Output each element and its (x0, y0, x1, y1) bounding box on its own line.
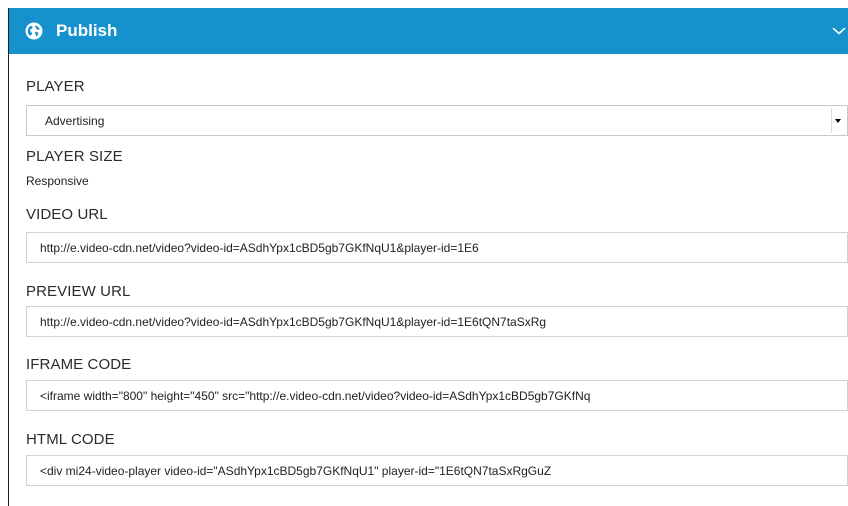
player-label: PLAYER (26, 78, 85, 95)
publish-panel: Publish PLAYER Advertising PLAYER SIZE R… (8, 8, 848, 506)
panel-title: Publish (56, 21, 118, 40)
preview-url-value: http://e.video-cdn.net/video?video-id=AS… (40, 315, 547, 329)
iframe-code-value: <iframe width="800" height="450" src="ht… (40, 389, 591, 403)
player-size-label: PLAYER SIZE (26, 148, 123, 165)
html-code-value: <div mi24-video-player video-id="ASdhYpx… (40, 464, 552, 478)
panel-header[interactable]: Publish (9, 8, 848, 54)
video-url-value: http://e.video-cdn.net/video?video-id=AS… (40, 241, 479, 255)
player-select[interactable]: Advertising (26, 105, 848, 136)
html-code-field[interactable]: <div mi24-video-player video-id="ASdhYpx… (26, 455, 848, 486)
player-size-value: Responsive (26, 174, 89, 188)
dropdown-arrow-icon[interactable] (831, 108, 844, 133)
preview-url-field[interactable]: http://e.video-cdn.net/video?video-id=AS… (26, 306, 848, 337)
preview-url-label: PREVIEW URL (26, 283, 131, 300)
html-code-label: HTML CODE (26, 431, 115, 448)
video-url-field[interactable]: http://e.video-cdn.net/video?video-id=AS… (26, 232, 848, 263)
chevron-down-icon[interactable] (832, 25, 846, 37)
video-url-label: VIDEO URL (26, 206, 108, 223)
iframe-code-label: IFRAME CODE (26, 356, 132, 373)
iframe-code-field[interactable]: <iframe width="800" height="450" src="ht… (26, 380, 848, 411)
player-select-value: Advertising (45, 114, 105, 128)
globe-icon (25, 22, 43, 40)
